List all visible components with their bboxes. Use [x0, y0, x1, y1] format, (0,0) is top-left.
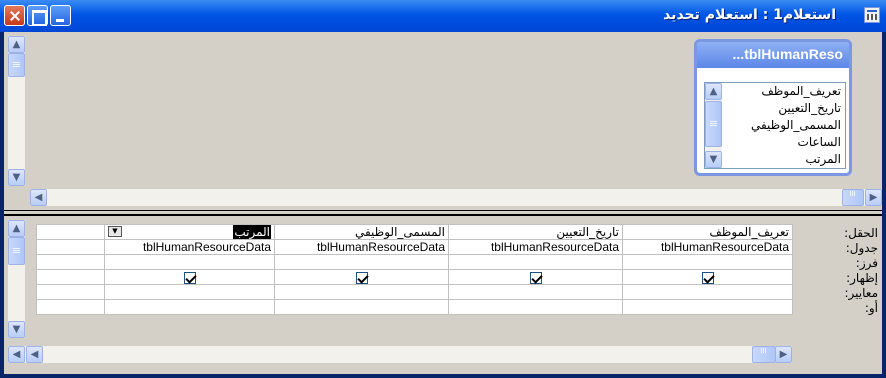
row-label-field: الحقل: [844, 226, 878, 240]
row-label-criteria: معايير: [844, 286, 879, 300]
close-icon[interactable] [4, 5, 25, 26]
table-row: tblHumanResourceData tblHumanResourceDat… [36, 239, 793, 255]
field-row: ▼ المرتب المسمى_الوظيفي تاريخ_التعيين تع… [36, 224, 793, 240]
grid-cell-table[interactable]: tblHumanResourceData [274, 239, 449, 255]
scroll-left-icon[interactable]: ◀ [30, 189, 47, 206]
grid-cell-empty[interactable] [36, 284, 105, 300]
grid-cell-or[interactable] [274, 299, 449, 315]
grid-cell-sort[interactable] [104, 254, 275, 270]
field-list[interactable]: ▲ ▼ تعريف_الموظف تاريخ_التعيين المسمى_ال… [704, 82, 846, 169]
field-list-scrollbar[interactable]: ▲ ▼ [705, 83, 722, 168]
show-checkbox[interactable] [529, 271, 542, 284]
sort-row [36, 254, 793, 270]
row-label-sort: فرز: [855, 256, 878, 270]
show-checkbox[interactable] [701, 271, 714, 284]
grid-cell-or[interactable] [104, 299, 275, 315]
grid-cell-show [448, 269, 623, 285]
table-title[interactable]: ...tblHumanReso [697, 42, 849, 68]
grid-cell-criteria[interactable] [448, 284, 623, 300]
minimize-icon[interactable] [50, 5, 71, 26]
table-pane: ▲ ▼ ◀ ▶ ...tblHumanReso ▲ ▼ تعريف_الموظف… [4, 32, 882, 210]
scroll-thumb[interactable] [8, 237, 25, 265]
app-icon[interactable] [864, 7, 880, 23]
grid-vertical-scrollbar[interactable]: ▲ ▼ [8, 220, 25, 338]
chevron-down-icon[interactable]: ▼ [108, 226, 122, 237]
maximize-icon[interactable] [27, 5, 48, 26]
scroll-down-icon[interactable]: ▼ [8, 321, 25, 338]
grid-cell-criteria[interactable] [274, 284, 449, 300]
scroll-thumb[interactable] [752, 346, 776, 363]
row-labels: الحقل: جدول: فرز: إظهار: معايير: أو: [808, 226, 878, 316]
grid-cell-show [274, 269, 449, 285]
scroll-thumb[interactable] [842, 189, 864, 206]
title-bar[interactable]: استعلام1 : استعلام تحديد [0, 0, 886, 32]
upper-vertical-scrollbar[interactable]: ▲ ▼ [8, 36, 25, 186]
grid-cell-sort[interactable] [622, 254, 793, 270]
scroll-thumb[interactable] [8, 53, 25, 77]
criteria-row [36, 284, 793, 300]
row-label-or: أو: [864, 301, 878, 315]
grid-cell-or[interactable] [622, 299, 793, 315]
scroll-up-icon[interactable]: ▲ [8, 36, 25, 53]
grid-cell-empty[interactable] [36, 239, 105, 255]
grid-cell-field[interactable]: المسمى_الوظيفي [274, 224, 449, 240]
grid-cell-empty[interactable] [36, 224, 105, 240]
grid-cell-field[interactable]: تعريف_الموظف [622, 224, 793, 240]
grid-cell-table[interactable]: tblHumanResourceData [622, 239, 793, 255]
field-item[interactable]: تعريف_الموظف [722, 83, 845, 100]
show-checkbox[interactable] [183, 271, 196, 284]
grid-cell-show [104, 269, 275, 285]
grid-cell-criteria[interactable] [104, 284, 275, 300]
field-item[interactable]: المسمى_الوظيفي [722, 117, 845, 134]
grid-cell-field[interactable]: ▼ المرتب [104, 224, 275, 240]
grid-cell-or[interactable] [448, 299, 623, 315]
grid-cell-empty[interactable] [36, 269, 105, 285]
grid-cell-empty[interactable] [36, 299, 105, 315]
window-title: استعلام1 : استعلام تحديد [663, 7, 836, 23]
grid-cell-show [622, 269, 793, 285]
grid-cell-field[interactable]: تاريخ_التعيين [448, 224, 623, 240]
grid-cell-sort[interactable] [448, 254, 623, 270]
scroll-down-icon[interactable]: ▼ [8, 169, 25, 186]
scroll-left-page-icon[interactable]: ◀ [26, 346, 43, 363]
scroll-right-icon[interactable]: ▶ [775, 346, 792, 363]
show-row [36, 269, 793, 285]
or-row [36, 299, 793, 315]
grid-cell-criteria[interactable] [622, 284, 793, 300]
scroll-thumb[interactable] [705, 101, 722, 147]
upper-horizontal-scrollbar[interactable]: ◀ ▶ [30, 189, 882, 206]
scroll-up-icon[interactable]: ▲ [8, 220, 25, 237]
grid-cell-sort[interactable] [274, 254, 449, 270]
table-field-list[interactable]: ...tblHumanReso ▲ ▼ تعريف_الموظف تاريخ_ا… [694, 39, 852, 176]
show-checkbox[interactable] [355, 271, 368, 284]
row-label-show: إظهار: [846, 271, 878, 285]
scroll-up-icon[interactable]: ▲ [705, 83, 722, 100]
grid-cell-empty[interactable] [36, 254, 105, 270]
field-item[interactable]: المرتب [722, 151, 845, 168]
field-item[interactable]: تاريخ_التعيين [722, 100, 845, 117]
query-window: استعلام1 : استعلام تحديد ▲ ▼ ◀ ▶ ...tblH… [0, 0, 886, 378]
grid-cell-table[interactable]: tblHumanResourceData [104, 239, 275, 255]
grid-horizontal-scrollbar[interactable]: ◀ ◀ ▶ [8, 346, 792, 363]
scroll-right-icon[interactable]: ▶ [865, 189, 882, 206]
grid-cell-table[interactable]: tblHumanResourceData [448, 239, 623, 255]
field-item[interactable]: الساعات [722, 134, 845, 151]
design-grid: ▼ المرتب المسمى_الوظيفي تاريخ_التعيين تع… [36, 224, 793, 315]
row-label-table: جدول: [845, 241, 878, 255]
scroll-left-icon[interactable]: ◀ [8, 346, 25, 363]
scroll-down-icon[interactable]: ▼ [705, 151, 722, 168]
design-grid-pane: ▲ ▼ ◀ ◀ ▶ ▼ المرتب المسمى_الوظيفي تاريخ_… [4, 216, 882, 374]
